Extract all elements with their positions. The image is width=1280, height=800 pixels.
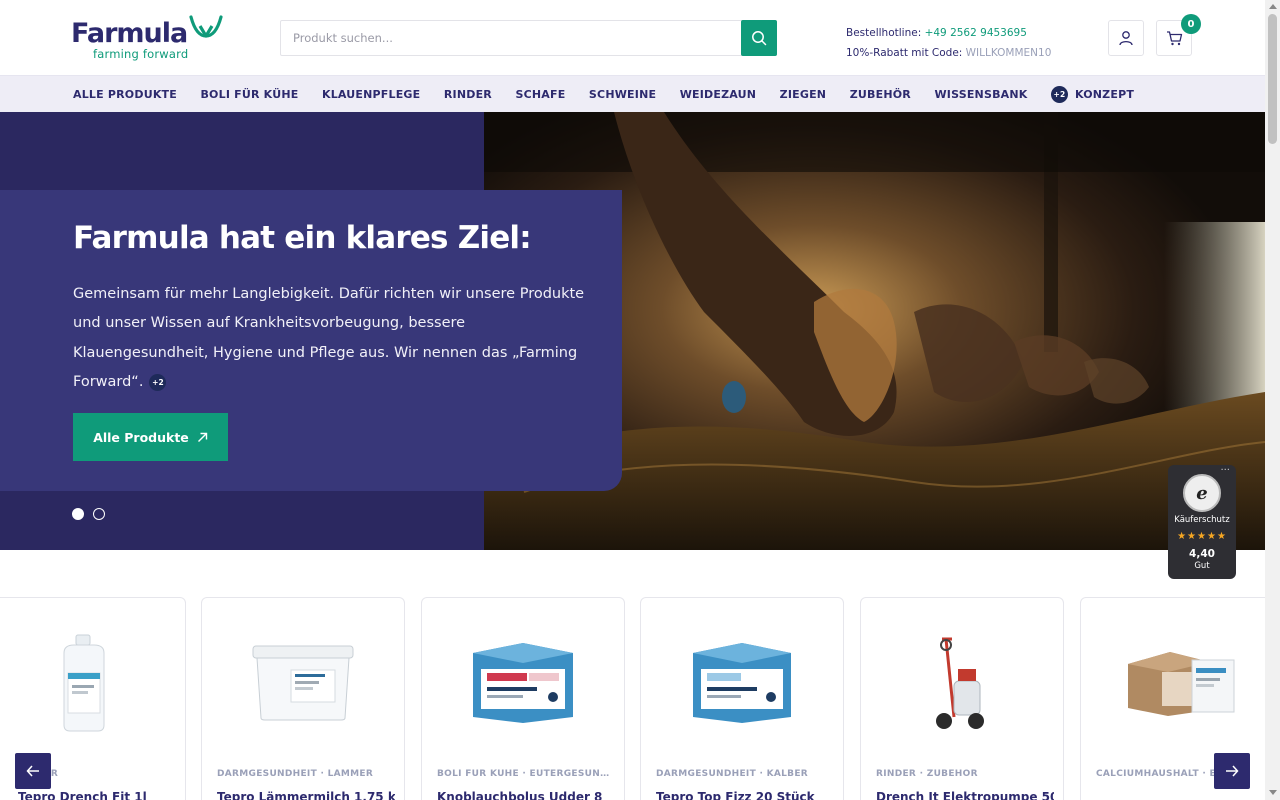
product-category: DARMGESUNDHEIT · LÄMMER xyxy=(217,769,374,779)
nav-item-weidezaun[interactable]: WEIDEZAUN xyxy=(680,88,756,101)
account-button[interactable] xyxy=(1108,20,1144,56)
product-image-topfizz-box xyxy=(641,628,843,738)
nav-item-boli[interactable]: BOLI FÜR KÜHE xyxy=(200,88,298,101)
carousel-next-button[interactable] xyxy=(1214,753,1250,789)
product-card[interactable]: RINDER · ZUBEHÖR Drench It Elektropumpe … xyxy=(860,597,1064,800)
product-image-bottle xyxy=(0,628,185,738)
plus-two-badge: +2 xyxy=(1051,86,1068,103)
carousel-prev-button[interactable] xyxy=(15,753,51,789)
product-image-udder-box xyxy=(422,628,624,738)
rating-stars-icon: ★★★★★ xyxy=(1177,531,1227,542)
product-title: Drench It Elektropumpe 50 xyxy=(876,790,1054,800)
nav-item-klauenpflege[interactable]: KLAUENPFLEGE xyxy=(322,88,420,101)
contact-info: Bestellhotline: +49 2562 9453695 10%-Rab… xyxy=(846,23,1051,63)
nav-item-wissensbank[interactable]: WISSENSBANK xyxy=(934,88,1027,101)
product-image-pump xyxy=(861,628,1063,738)
main-nav: ALLE PRODUKTE BOLI FÜR KÜHE KLAUENPFLEGE… xyxy=(0,75,1265,112)
arrow-left-icon xyxy=(26,765,39,777)
seal-letter: e xyxy=(1196,482,1208,504)
cart-count-badge: 0 xyxy=(1181,14,1201,34)
scroll-down-arrow-icon[interactable] xyxy=(1269,790,1277,795)
logo-wordmark: Farmula xyxy=(71,18,188,49)
all-products-button[interactable]: Alle Produkte xyxy=(73,413,228,461)
nav-item-schweine[interactable]: SCHWEINE xyxy=(589,88,656,101)
product-title: Tepro Drench Fit 1l xyxy=(18,790,147,800)
hotline-label: Bestellhotline: xyxy=(846,27,922,39)
all-products-button-label: Alle Produkte xyxy=(93,429,189,445)
search-input[interactable] xyxy=(281,21,743,55)
buyer-protection-label: Käuferschutz xyxy=(1174,515,1230,525)
search-icon xyxy=(752,31,767,46)
hero-description-text: Gemeinsam für mehr Langlebigkeit. Dafür … xyxy=(73,286,585,391)
rating-grade: Gut xyxy=(1194,561,1210,571)
discount-label: 10%-Rabatt mit Code: xyxy=(846,47,963,59)
slide-dot-1[interactable] xyxy=(72,508,84,520)
hero-title: Farmula hat ein klares Ziel: xyxy=(73,220,532,256)
product-title: Tepro Lämmermilch 1,75 kg xyxy=(217,790,395,800)
product-image-bucket xyxy=(202,628,404,738)
farmula-logo[interactable]: Farmula farming forward xyxy=(71,14,223,62)
nav-item-alle-produkte[interactable]: ALLE PRODUKTE xyxy=(73,88,177,101)
cart-button[interactable]: 0 xyxy=(1156,14,1201,56)
scrollbar-thumb[interactable] xyxy=(1268,14,1277,144)
nav-item-konzept[interactable]: +2 KONZEPT xyxy=(1051,86,1134,103)
product-category: RINDER · ZUBEHÖR xyxy=(876,769,978,779)
discount-code: WILLKOMMEN10 xyxy=(965,47,1052,59)
product-category: DARMGESUNDHEIT · KÄLBER xyxy=(656,769,809,779)
nav-item-rinder[interactable]: RINDER xyxy=(444,88,492,101)
hero-banner: Farmula hat ein klares Ziel: Gemeinsam f… xyxy=(0,112,1265,550)
plus-two-badge: +2 xyxy=(149,373,167,391)
slide-dot-2[interactable] xyxy=(93,508,105,520)
product-card[interactable]: DARMGESUNDHEIT · KÄLBER Tepro Top Fizz 2… xyxy=(640,597,844,800)
search-button[interactable] xyxy=(741,20,777,56)
more-options-icon[interactable]: ··· xyxy=(1220,465,1230,476)
cart-icon xyxy=(1166,31,1182,46)
product-carousel: RINDER Tepro Drench Fit 1l DARMGESUNDHEI… xyxy=(0,597,1265,800)
nav-item-ziegen[interactable]: ZIEGEN xyxy=(780,88,827,101)
nav-item-schafe[interactable]: SCHAFE xyxy=(515,88,565,101)
product-title: Knoblauchbolus Udder 8 xyxy=(437,790,603,800)
trusted-shops-badge[interactable]: ··· e Käuferschutz ★★★★★ 4,40 Gut xyxy=(1168,465,1236,579)
arrow-up-right-icon xyxy=(197,432,207,442)
hotline-number[interactable]: +49 2562 9453695 xyxy=(925,27,1027,39)
product-category: BOLI FÜR KÜHE · EUTERGESUNDHE... xyxy=(437,769,612,779)
page-scrollbar[interactable] xyxy=(1265,0,1280,800)
site-header: Farmula farming forward Bestellhotline: … xyxy=(0,0,1265,75)
product-title: Tepro Top Fizz 20 Stück xyxy=(656,790,815,800)
search-bar xyxy=(280,20,777,56)
arrow-right-icon xyxy=(1226,765,1239,777)
logo-tagline: farming forward xyxy=(93,47,189,61)
product-card[interactable]: DARMGESUNDHEIT · LÄMMER Tepro Lämmermilc… xyxy=(201,597,405,800)
rating-score: 4,40 xyxy=(1189,548,1215,560)
nav-item-zubehoer[interactable]: ZUBEHÖR xyxy=(850,88,911,101)
product-card[interactable]: BOLI FÜR KÜHE · EUTERGESUNDHE... Knoblau… xyxy=(421,597,625,800)
logo-horns-icon xyxy=(189,15,223,38)
trusted-shops-seal: e xyxy=(1183,474,1221,512)
user-icon xyxy=(1119,31,1133,46)
scroll-up-arrow-icon[interactable] xyxy=(1269,4,1277,9)
hero-description: Gemeinsam für mehr Langlebigkeit. Dafür … xyxy=(73,280,603,398)
nav-item-konzept-label: KONZEPT xyxy=(1075,88,1135,101)
product-image-carton xyxy=(1081,628,1265,738)
